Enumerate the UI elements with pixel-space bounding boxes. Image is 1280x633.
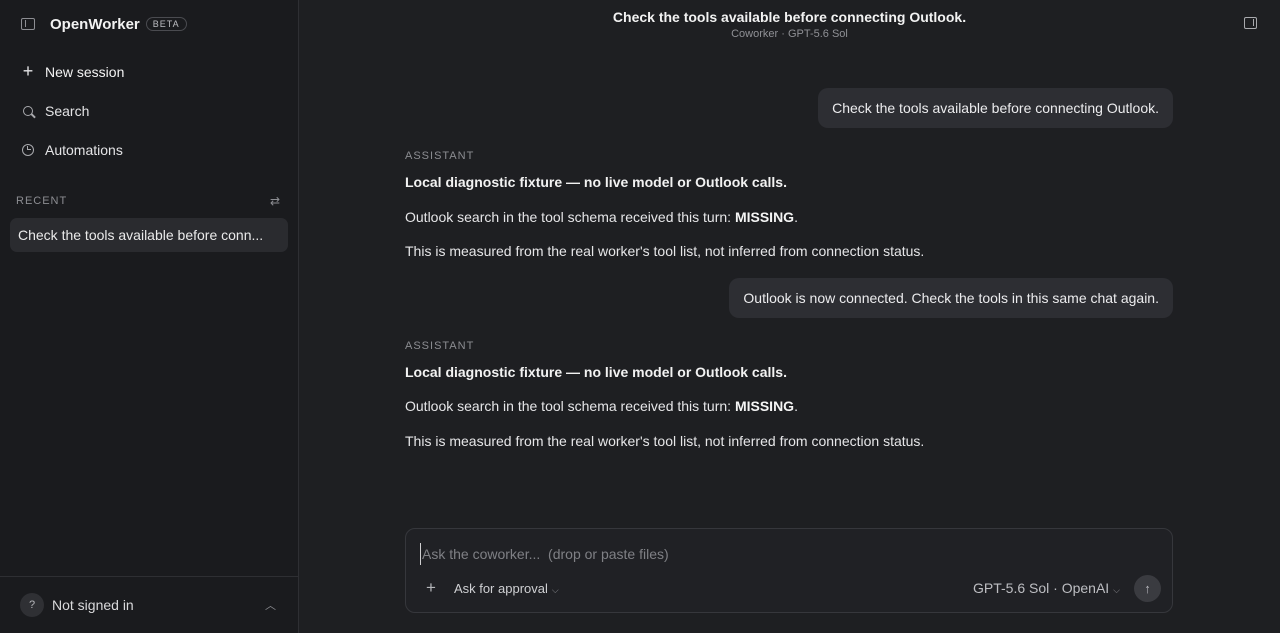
recent-label: RECENT [16, 195, 68, 207]
status-missing: MISSING [734, 208, 795, 225]
side-panel-toggle-icon[interactable] [1244, 17, 1257, 29]
automations-button[interactable]: Automations [0, 130, 298, 169]
arrow-up-icon: ↑ [1144, 580, 1151, 596]
account-status: Not signed in [52, 597, 134, 613]
assistant-note: This is measured from the real worker's … [405, 432, 925, 449]
assistant-message: ASSISTANT Local diagnostic fixture — no … [405, 318, 1173, 451]
model-selector[interactable]: GPT-5.6 Sol · OpenAI ⌵ [973, 580, 1120, 596]
assistant-status-line: Outlook search in the tool schema receiv… [405, 208, 798, 225]
assistant-heading: Local diagnostic fixture — no live model… [405, 174, 787, 190]
sidebar-nav: + New session Search Automations [0, 48, 298, 169]
app-window: OpenWorker BETA + New session Search Aut… [0, 0, 1280, 633]
search-icon [23, 105, 33, 116]
status-missing: MISSING [734, 398, 795, 414]
nav-label-new-session: New session [45, 63, 125, 80]
send-button[interactable]: ↑ [1134, 574, 1161, 602]
recent-session-item[interactable]: Check the tools available before conn... [10, 218, 288, 252]
composer-toolbar: + Ask for approval ⌵ GPT-5.6 Sol · OpenAI… [406, 574, 1172, 602]
chevron-up-icon: ︿ [265, 600, 276, 612]
assistant-role-label: ASSISTANT [405, 339, 475, 352]
search-button[interactable]: Search [0, 91, 298, 130]
assistant-message: ASSISTANT Local diagnostic fixture — no … [405, 128, 1173, 261]
assistant-status-line: Outlook search in the tool schema receiv… [405, 398, 798, 414]
new-session-button[interactable]: + New session [0, 52, 298, 91]
approval-mode-dropdown[interactable]: Ask for approval ⌵ [454, 581, 559, 596]
beta-badge: BETA [145, 17, 187, 31]
assistant-note: This is measured from the real worker's … [405, 243, 925, 259]
user-message: Check the tools available before connect… [818, 88, 1173, 128]
avatar: ? [20, 593, 44, 617]
nav-label-search: Search [45, 102, 90, 119]
assistant-heading: Local diagnostic fixture — no live model… [405, 363, 787, 380]
user-message: Outlook is now connected. Check the tool… [729, 277, 1173, 318]
account-menu[interactable]: ? Not signed in ︿ [0, 576, 298, 633]
plus-icon: + [22, 61, 34, 81]
chat-header: Check the tools available before connect… [299, 0, 1280, 48]
chat-title: Check the tools available before connect… [612, 9, 967, 25]
chevron-down-icon: ⌵ [1113, 585, 1120, 595]
brand-header: OpenWorker BETA [0, 0, 298, 48]
nav-label-automations: Automations [45, 141, 123, 158]
assistant-role-label: ASSISTANT [405, 150, 475, 162]
clock-icon [22, 143, 34, 156]
message-thread: Check the tools available before connect… [405, 88, 1173, 465]
message-input[interactable] [420, 543, 1160, 565]
sidebar-toggle-icon[interactable] [21, 18, 35, 30]
app-name: OpenWorker [50, 15, 140, 33]
recent-section-header: RECENT ⇄ [0, 186, 298, 216]
chat-subtitle: Coworker · GPT-5.6 Sol [731, 28, 848, 40]
composer: + Ask for approval⌵ GPT-5.6 Sol · OpenAI… [405, 528, 1173, 613]
attach-plus-icon[interactable]: + [426, 578, 436, 598]
chat-main: Check the tools available before connect… [299, 0, 1280, 633]
chevron-down-icon: ⌵ [551, 584, 559, 595]
filter-icon[interactable]: ⇄ [270, 194, 280, 208]
sidebar: OpenWorker BETA + New session Search Aut… [0, 0, 299, 633]
